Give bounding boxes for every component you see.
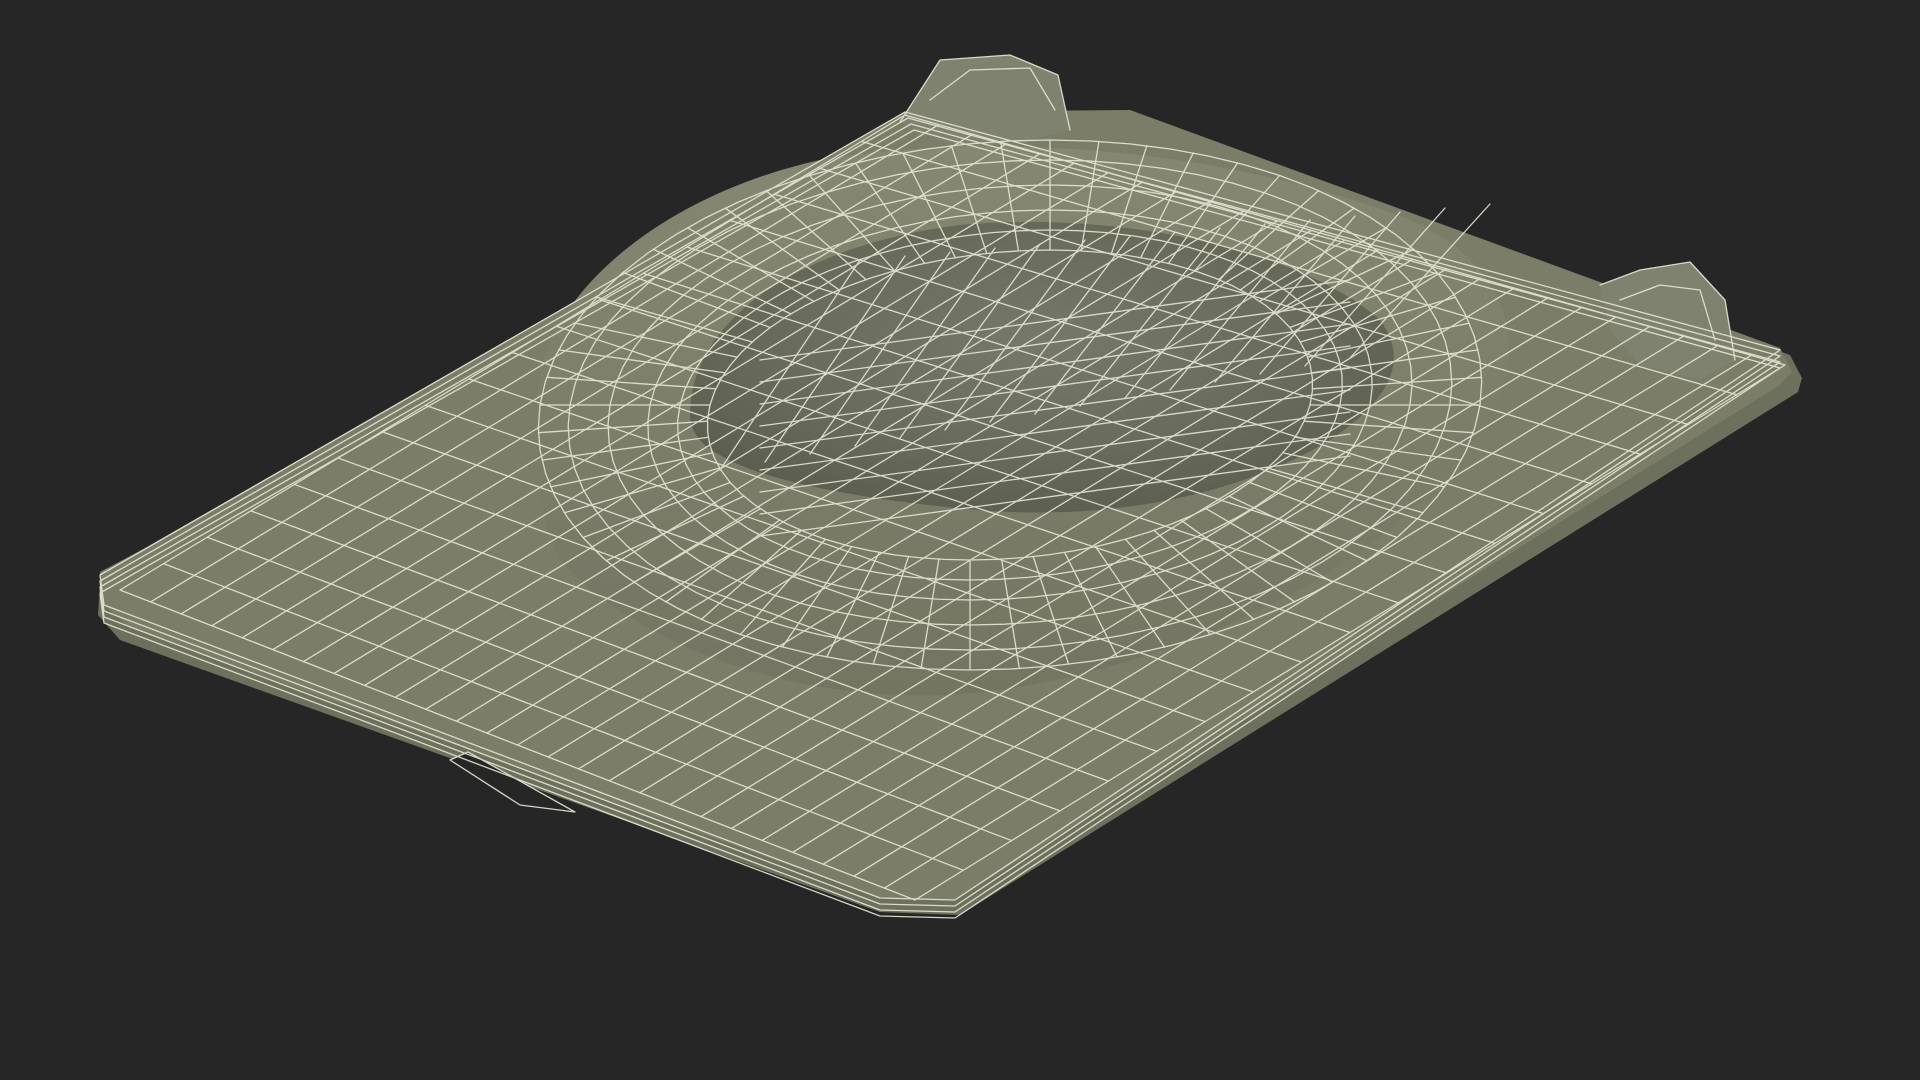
render-viewport (0, 0, 1920, 1080)
tray-wireframe-render (98, 54, 1802, 919)
